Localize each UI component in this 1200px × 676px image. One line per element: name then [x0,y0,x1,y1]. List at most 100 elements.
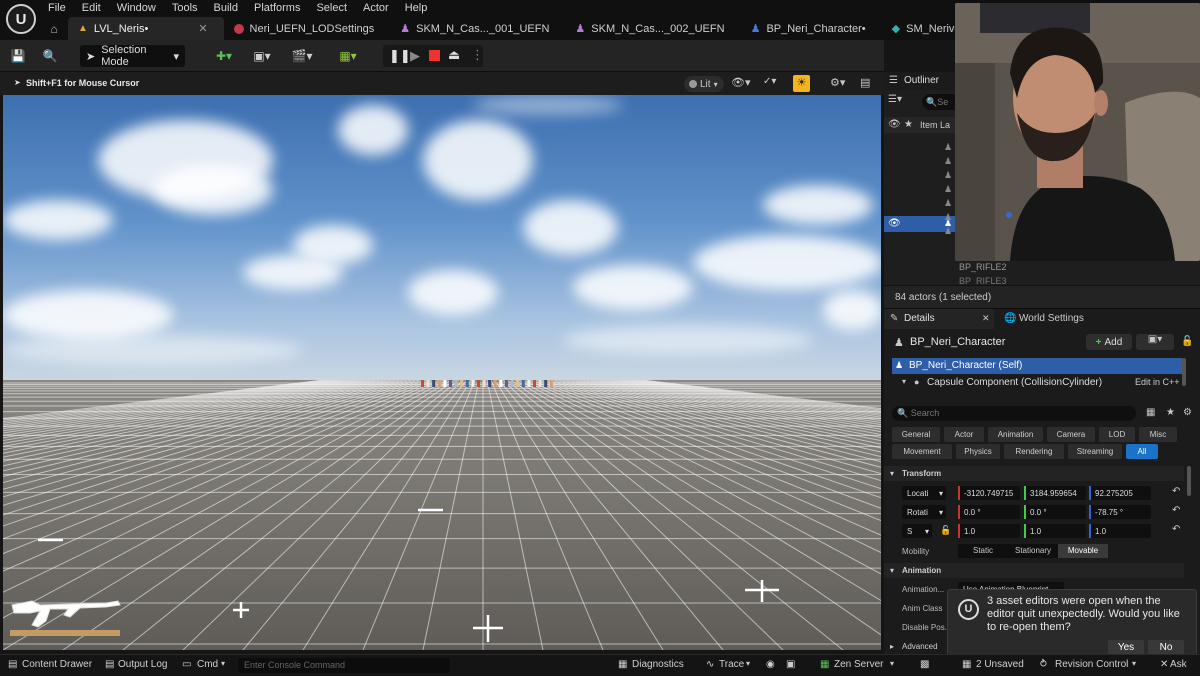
more-options-icon[interactable]: ⋮ [471,47,484,63]
location-mode-dropdown[interactable]: Locati ▾ [902,486,946,500]
tab-lvl-neris[interactable]: ▲ LVL_Neris• ✕ [68,17,224,40]
diagnostics-button[interactable]: Diagnostics [632,659,684,670]
lit-mode-button[interactable]: Lit ▾ [684,76,724,92]
tab-bp-neri-character[interactable]: ♟ BP_Neri_Character• [741,17,882,40]
cinematics-icon[interactable]: 🎬▾ [288,45,316,67]
animation-section[interactable]: Animation [902,566,941,575]
visibility-icon[interactable]: 👁 [888,119,901,130]
star-icon[interactable]: ★ [904,119,913,130]
filter-lod[interactable]: LOD [1099,427,1135,442]
scale-x-field[interactable]: 1.0 [958,524,1020,538]
filter-misc[interactable]: Misc [1139,427,1177,442]
filter-rendering[interactable]: Rendering [1004,444,1064,459]
close-icon[interactable]: ✕ [198,22,207,35]
rotation-z-field[interactable]: -78.75 ° [1089,505,1151,519]
filter-physics[interactable]: Physics [956,444,1000,459]
location-z-field[interactable]: 92.275205 [1089,486,1151,500]
save-icon[interactable]: 💾 [8,45,28,67]
menu-build[interactable]: Build [206,0,246,17]
zen-server-button[interactable]: Zen Server [834,659,883,670]
layout-icon[interactable]: ▤ [860,76,876,92]
viewport-settings-icon[interactable]: ⚙▾ [830,76,854,92]
content-drawer-button[interactable]: Content Drawer [22,659,92,670]
tab-skm-002[interactable]: ♟ SKM_N_Cas..._002_UEFN [565,17,740,40]
eject-icon[interactable]: ⏏ [448,47,460,63]
tab-world-settings[interactable]: 🌐 World Settings [1002,309,1112,329]
filter-movement[interactable]: Movement [892,444,952,459]
gear-icon[interactable]: ⚙ [1183,407,1192,418]
filter-streaming[interactable]: Streaming [1068,444,1122,459]
tab-skm-001[interactable]: ♟ SKM_N_Cas..._001_UEFN [390,17,565,40]
mobility-static[interactable]: Static [958,544,1008,558]
show-flags-button[interactable]: 👁▾ [731,76,757,92]
ask-button[interactable]: Ask [1170,659,1187,670]
unsaved-button[interactable]: 2 Unsaved [976,659,1024,670]
tab-details[interactable]: ✎ Details ✕ [884,309,994,329]
transform-tools-button[interactable]: ✓▾ [763,76,789,92]
reset-icon[interactable]: ↶ [1172,505,1180,516]
menu-file[interactable]: File [40,0,74,17]
menu-edit[interactable]: Edit [74,0,109,17]
menu-help[interactable]: Help [397,0,436,17]
menu-window[interactable]: Window [109,0,164,17]
filter-actor[interactable]: Actor [944,427,984,442]
visibility-icon[interactable]: 👁 [888,218,901,229]
platforms-icon[interactable]: ▦▾ [334,45,362,67]
add-component-button[interactable]: + Add [1086,334,1132,350]
scale-y-field[interactable]: 1.0 [1024,524,1086,538]
menu-actor[interactable]: Actor [355,0,397,17]
bar-chart-icon[interactable]: ▩ [920,659,929,670]
reset-icon[interactable]: ↶ [1172,486,1180,497]
stop-icon[interactable] [429,50,440,61]
menu-platforms[interactable]: Platforms [246,0,308,17]
component-self-row[interactable]: ♟ BP_Neri_Character (Self) [892,358,1182,374]
filter-animation[interactable]: Animation [988,427,1043,442]
level-viewport[interactable] [3,95,881,650]
star-icon[interactable]: ★ [1166,407,1175,418]
yes-button[interactable]: Yes [1108,640,1144,655]
tab-lod-settings[interactable]: Neri_UEFN_LODSettings [224,17,391,40]
outliner-row-rifle2[interactable]: BP_RIFLE2 [959,262,1007,272]
home-icon[interactable]: ⌂ [40,17,68,40]
mobility-movable[interactable]: Movable [1058,544,1108,558]
close-icon[interactable]: ✕ [982,313,990,324]
details-search-input[interactable]: 🔍 Search [892,406,1136,421]
rotation-x-field[interactable]: 0.0 ° [958,505,1020,519]
component-capsule-row[interactable]: ▾ ● Capsule Component (CollisionCylinder… [892,375,1182,391]
step-icon[interactable]: ▶ [410,48,420,64]
scale-mode-dropdown[interactable]: S ▾ [902,524,932,538]
menu-tools[interactable]: Tools [164,0,206,17]
add-actor-icon[interactable]: ✚▾ [210,45,238,67]
table-view-icon[interactable]: ▦ [1146,407,1155,418]
mobility-stationary[interactable]: Stationary [1008,544,1058,558]
components-scrollbar[interactable] [1182,358,1186,386]
no-button[interactable]: No [1148,640,1184,655]
screenshot-icon[interactable]: ▣ [786,659,795,670]
filter-icon[interactable]: ☰▾ [888,94,918,110]
lock-icon[interactable]: 🔓 [1181,336,1193,347]
trace-button[interactable]: Trace [719,659,744,670]
reset-icon[interactable]: ↶ [1172,524,1180,535]
realtime-icon[interactable]: ☀ [793,75,810,92]
revision-control-button[interactable]: Revision Control [1055,659,1128,670]
filter-all[interactable]: All [1126,444,1158,459]
rotation-mode-dropdown[interactable]: Rotati ▾ [902,505,946,519]
edit-in-cpp-link[interactable]: Edit in C++ [1135,377,1180,387]
browse-icon[interactable]: 🔍 [40,45,60,67]
output-log-button[interactable]: Output Log [118,659,167,670]
cmd-dropdown[interactable]: Cmd [197,659,218,670]
scale-z-field[interactable]: 1.0 [1089,524,1151,538]
filter-general[interactable]: General [892,427,940,442]
unreal-logo-icon[interactable]: U [6,4,36,34]
lock-icon[interactable]: 🔓 [940,525,951,536]
location-y-field[interactable]: 3184.959654 [1024,486,1086,500]
details-scrollbar[interactable] [1187,466,1191,496]
console-command-input[interactable]: Enter Console Command [238,658,450,673]
pause-icon[interactable]: ❚❚ [389,48,411,64]
location-x-field[interactable]: -3120.749715 [958,486,1020,500]
record-icon[interactable]: ◉ [766,659,775,670]
blueprint-options-button[interactable]: ▣▾ [1136,334,1174,350]
menu-select[interactable]: Select [308,0,355,17]
selection-mode-dropdown[interactable]: ➤ Selection Mode ▾ [80,44,185,68]
rotation-y-field[interactable]: 0.0 ° [1024,505,1086,519]
